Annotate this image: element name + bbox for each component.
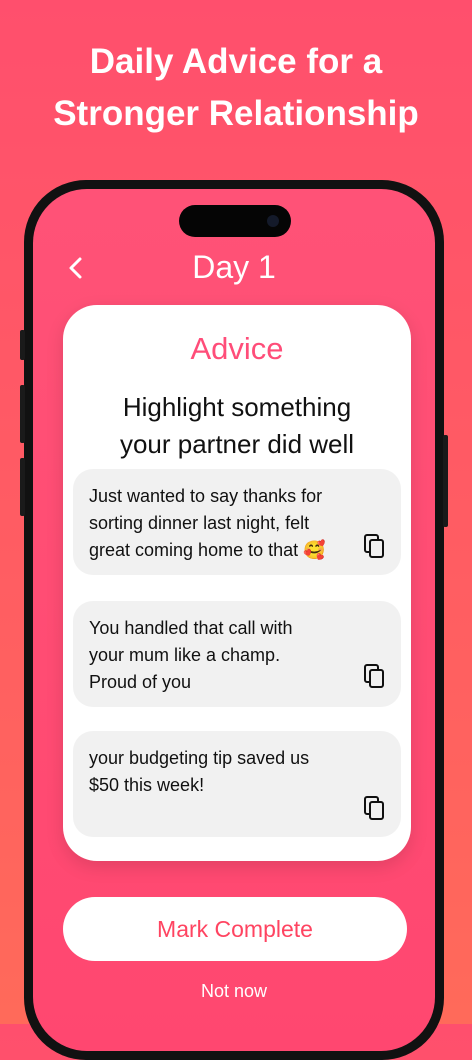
message-line: Just wanted to say thanks for: [89, 486, 323, 506]
camera-lens: [267, 215, 279, 227]
message-suggestion-2[interactable]: You handled that call with your mum like…: [73, 601, 401, 707]
message-line: your budgeting tip saved us: [89, 748, 310, 768]
headline-line-1: Daily Advice for a: [89, 42, 383, 81]
headline-line-2: Stronger Relationship: [53, 94, 419, 133]
advice-heading: Highlight something your partner did wel…: [77, 389, 397, 463]
message-text: You handled that call with your mum like…: [89, 615, 359, 696]
copy-icon[interactable]: [363, 795, 385, 821]
phone-volume-down: [20, 458, 25, 516]
message-text: your budgeting tip saved us $50 this wee…: [89, 745, 359, 799]
message-suggestion-1[interactable]: Just wanted to say thanks for sorting di…: [73, 469, 401, 575]
message-line: You handled that call with: [89, 618, 293, 638]
dynamic-island: [179, 205, 291, 237]
phone-frame: Day 1 Advice Highlight something your pa…: [20, 180, 448, 1060]
message-line: your mum like a champ.: [89, 645, 281, 665]
message-line: sorting dinner last night, felt: [89, 513, 310, 533]
mark-complete-button[interactable]: Mark Complete: [63, 897, 407, 961]
message-suggestion-3[interactable]: your budgeting tip saved us $50 this wee…: [73, 731, 401, 837]
app-screen: Day 1 Advice Highlight something your pa…: [33, 189, 435, 1051]
copy-icon[interactable]: [363, 663, 385, 689]
advice-label: Advice: [190, 331, 284, 366]
phone-mute-switch: [20, 330, 25, 360]
not-now-link[interactable]: Not now: [33, 981, 435, 1002]
advice-card: Advice Highlight something your partner …: [63, 305, 411, 861]
advice-heading-line-2: your partner did well: [119, 429, 355, 459]
message-line: Proud of you: [89, 672, 192, 692]
advice-heading-line-1: Highlight something: [122, 392, 352, 422]
message-text: Just wanted to say thanks for sorting di…: [89, 483, 359, 564]
copy-icon[interactable]: [363, 533, 385, 559]
promo-headline: Daily Advice for a Stronger Relationship: [0, 36, 472, 140]
phone-power-button: [443, 435, 448, 527]
message-line: great coming home to that 🥰: [89, 540, 326, 560]
page-title: Day 1: [192, 249, 276, 285]
phone-volume-up: [20, 385, 25, 443]
message-line: $50 this week!: [89, 775, 205, 795]
